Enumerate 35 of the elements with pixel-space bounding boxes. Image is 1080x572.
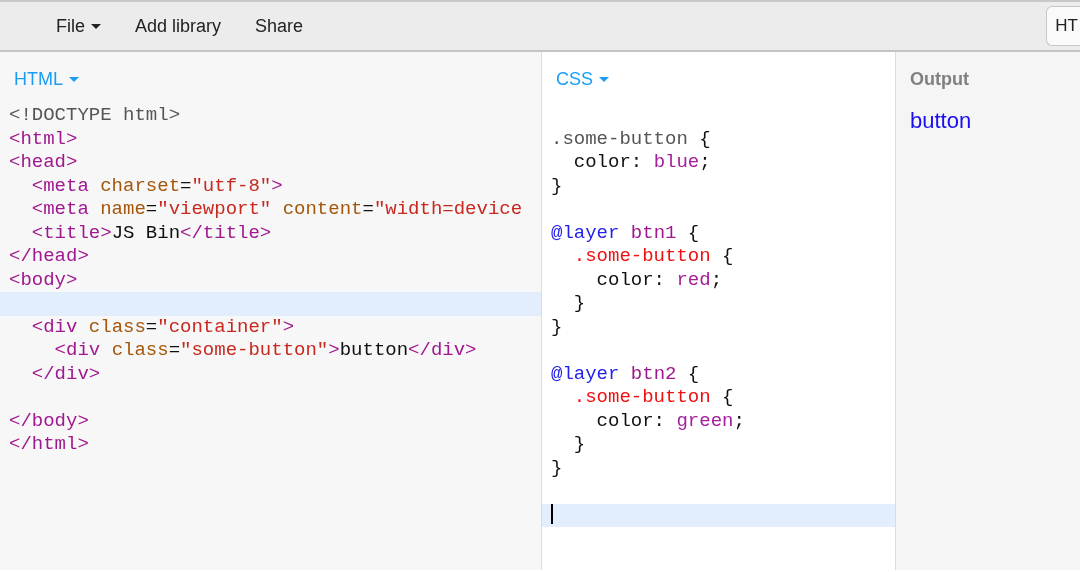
code-line: <meta name="viewport" content="width=device xyxy=(30,198,524,222)
panel-title: Output xyxy=(910,68,970,90)
output-text: button xyxy=(910,107,973,135)
code-line: color: blue; xyxy=(572,151,712,175)
code-line: } xyxy=(550,174,564,198)
caret-icon xyxy=(91,23,101,29)
code-line: } xyxy=(550,315,564,339)
menu-item[interactable]: Add library xyxy=(135,12,222,40)
code-line: <body> xyxy=(8,268,79,292)
code-line: <div class="some-button">button</div> xyxy=(53,339,478,363)
code-line: } xyxy=(572,292,587,316)
code-line: } xyxy=(550,456,564,480)
code-line: <title>JS Bin</title> xyxy=(30,221,273,245)
code-line: <head> xyxy=(8,151,79,175)
code-line: </head> xyxy=(8,245,90,269)
code-line: color: green; xyxy=(595,409,746,433)
code-line: </div> xyxy=(30,362,102,386)
code-line: .some-button { xyxy=(550,127,712,151)
code-line: <html> xyxy=(8,127,79,151)
menu-item[interactable]: Share xyxy=(255,12,304,40)
code-line: color: red; xyxy=(595,268,724,292)
caret-icon xyxy=(69,76,79,82)
code-line: <div class="container"> xyxy=(30,315,296,339)
caret-icon xyxy=(599,76,609,82)
panel-tab[interactable]: HT xyxy=(1046,6,1080,46)
code-line: @layer btn1 { xyxy=(550,221,701,245)
code-line: .some-button { xyxy=(572,386,735,410)
code-line: <meta charset="utf-8"> xyxy=(30,174,284,198)
code-line: <!DOCTYPE html> xyxy=(8,104,182,128)
code-line: @layer btn2 { xyxy=(550,362,701,386)
code-line: } xyxy=(572,433,587,457)
code-line: </html> xyxy=(8,433,90,457)
menu-dropdown[interactable]: File xyxy=(56,12,101,40)
code-line: </body> xyxy=(8,409,90,433)
code-line: .some-button { xyxy=(572,245,735,269)
